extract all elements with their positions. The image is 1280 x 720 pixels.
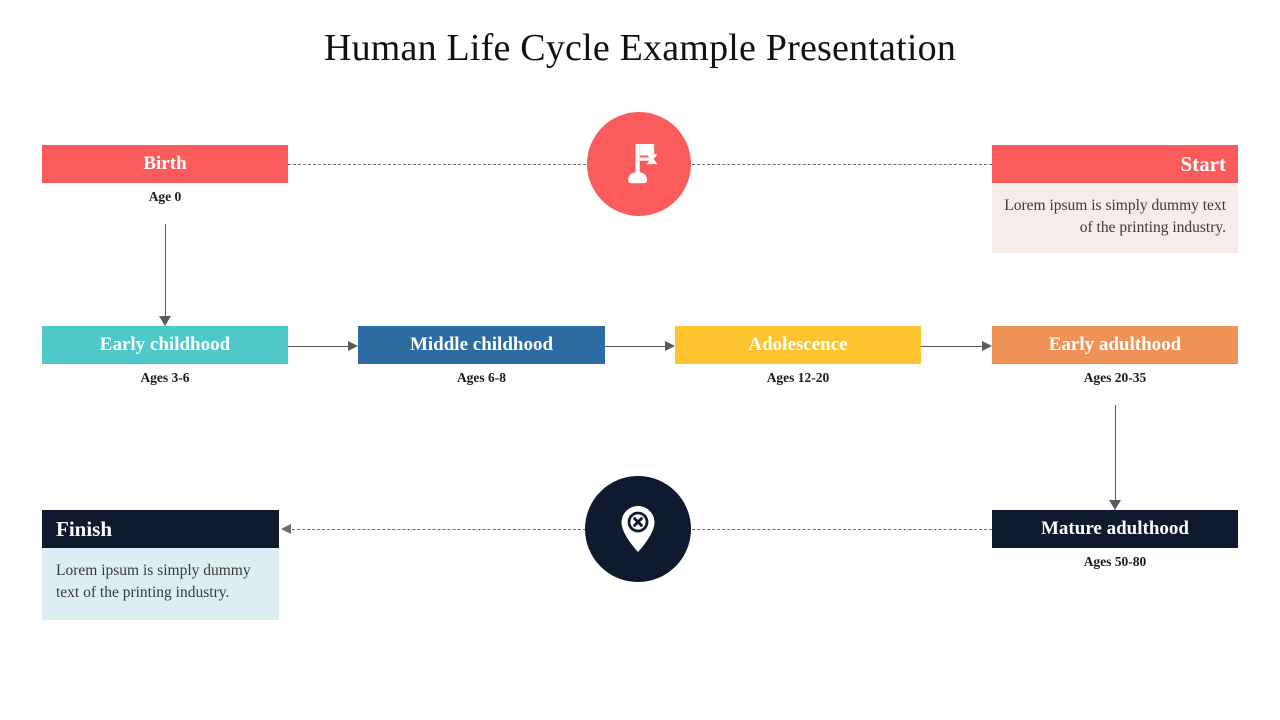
stage-middle-childhood[interactable]: Middle childhood Ages 6-8 — [358, 326, 605, 386]
connector-early-adulthood-to-mature-adulthood — [1115, 405, 1116, 500]
stage-early-childhood-label: Early childhood — [42, 326, 288, 364]
stage-middle-childhood-label: Middle childhood — [358, 326, 605, 364]
stage-adolescence[interactable]: Adolescence Ages 12-20 — [675, 326, 921, 386]
connector-pin-to-finish-arrowhead — [281, 524, 291, 534]
connector-birth-to-flag — [288, 164, 586, 165]
pin-badge[interactable] — [585, 476, 691, 582]
start-card-title: Start — [992, 145, 1238, 183]
finish-card-title: Finish — [42, 510, 279, 548]
connector-birth-to-early-childhood — [165, 224, 166, 316]
stage-mature-adulthood-label: Mature adulthood — [992, 510, 1238, 548]
stage-birth-caption: Age 0 — [148, 189, 182, 204]
stage-early-childhood-caption: Ages 3-6 — [140, 370, 190, 385]
stage-early-adulthood-caption: Ages 20-35 — [1083, 370, 1147, 385]
stage-middle-childhood-caption: Ages 6-8 — [456, 370, 507, 385]
connector-early-adulthood-to-mature-adulthood-arrowhead — [1109, 500, 1121, 510]
connector-mature-adulthood-to-pin — [692, 529, 992, 530]
flag-icon — [628, 144, 658, 184]
stage-early-adulthood[interactable]: Early adulthood Ages 20-35 — [992, 326, 1238, 386]
connector-adolescence-to-early-adulthood-arrowhead — [982, 341, 992, 351]
connector-birth-to-early-childhood-arrowhead — [159, 316, 171, 326]
connector-early-to-middle — [288, 346, 348, 347]
stage-adolescence-label: Adolescence — [675, 326, 921, 364]
connector-middle-to-adolescence — [605, 346, 665, 347]
stage-birth[interactable]: Birth Age 0 — [42, 145, 288, 205]
connector-early-to-middle-arrowhead — [348, 341, 358, 351]
connector-adolescence-to-early-adulthood — [921, 346, 982, 347]
stage-mature-adulthood-caption: Ages 50-80 — [1083, 554, 1147, 569]
presentation-slide: Human Life Cycle Example Presentation Bi… — [0, 0, 1280, 720]
finish-card[interactable]: Finish Lorem ipsum is simply dummy text … — [42, 510, 279, 620]
stage-birth-label: Birth — [42, 145, 288, 183]
stage-adolescence-caption: Ages 12-20 — [766, 370, 830, 385]
connector-middle-to-adolescence-arrowhead — [665, 341, 675, 351]
connector-pin-to-finish — [292, 529, 586, 530]
start-card-body: Lorem ipsum is simply dummy text of the … — [992, 183, 1238, 253]
start-card[interactable]: Start Lorem ipsum is simply dummy text o… — [992, 145, 1238, 253]
stage-early-childhood[interactable]: Early childhood Ages 3-6 — [42, 326, 288, 386]
stage-mature-adulthood[interactable]: Mature adulthood Ages 50-80 — [992, 510, 1238, 570]
stage-early-adulthood-label: Early adulthood — [992, 326, 1238, 364]
map-pin-icon — [621, 506, 655, 552]
finish-card-body: Lorem ipsum is simply dummy text of the … — [42, 548, 279, 620]
connector-flag-to-start — [692, 164, 992, 165]
page-title: Human Life Cycle Example Presentation — [323, 27, 957, 69]
flag-badge[interactable] — [587, 112, 691, 216]
